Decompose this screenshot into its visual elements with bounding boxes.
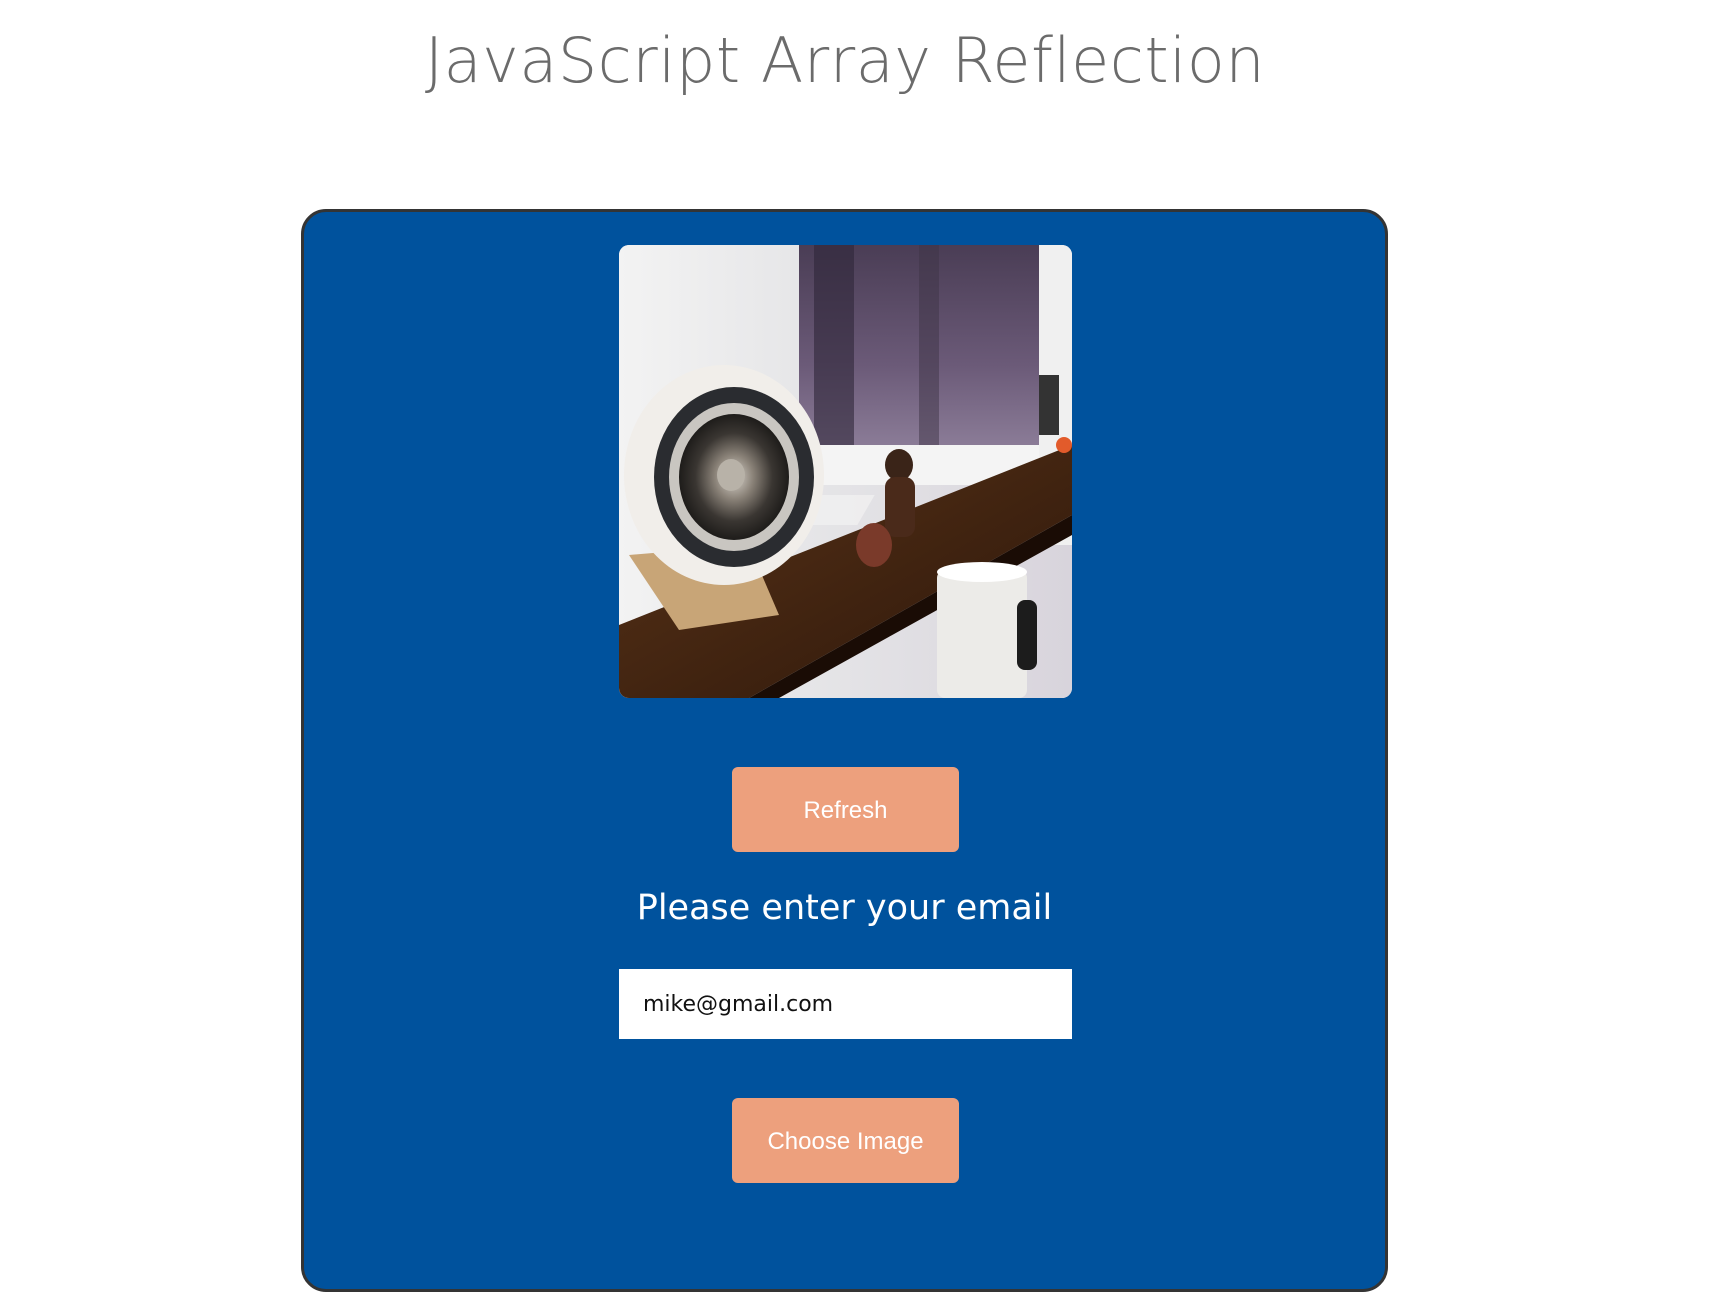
email-prompt: Please enter your email bbox=[636, 888, 1053, 928]
photo-image bbox=[619, 245, 1072, 698]
refresh-button[interactable]: Refresh bbox=[732, 767, 959, 852]
photo-illustration bbox=[619, 245, 1072, 698]
card: Refresh Please enter your email Choose I… bbox=[301, 209, 1388, 1292]
choose-image-button[interactable]: Choose Image bbox=[732, 1098, 959, 1183]
page-title: JavaScript Array Reflection bbox=[424, 24, 1266, 97]
email-field[interactable] bbox=[619, 969, 1072, 1039]
